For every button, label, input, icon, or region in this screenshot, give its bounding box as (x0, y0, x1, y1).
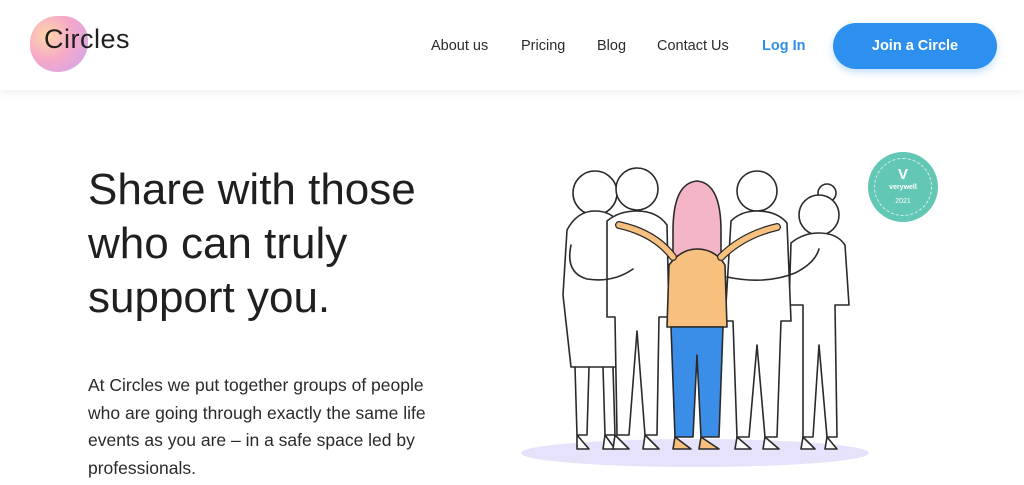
logo[interactable]: Circles (30, 14, 150, 74)
description-line: events as you are – in a safe space led … (88, 430, 415, 450)
badge-year: 2021 (895, 198, 911, 205)
site-header: Circles About us Pricing Blog Contact Us… (0, 0, 1024, 90)
headline-line: Share with those (88, 165, 416, 214)
nav-blog[interactable]: Blog (597, 38, 626, 54)
person-4-figure (724, 170, 792, 450)
nav-contact-us[interactable]: Contact Us (657, 38, 729, 54)
login-link[interactable]: Log In (762, 38, 806, 54)
person-5-figure (788, 183, 850, 450)
person-center-figure (666, 180, 728, 450)
group-hug-illustration (521, 167, 869, 467)
headline-line: who can truly (88, 219, 348, 268)
nav-pricing[interactable]: Pricing (521, 38, 565, 54)
description-line: who are going through exactly the same l… (88, 402, 426, 423)
logo-text: Circles (44, 24, 131, 54)
badge-brand: verywell (889, 184, 917, 191)
description-line: At Circles we put together groups of peo… (88, 375, 424, 395)
verywell-award-badge: V verywell 2021 (868, 152, 938, 222)
ground-shadow (521, 439, 869, 467)
headline-line: support you. (88, 273, 331, 322)
hero-description: At Circles we put together groups of peo… (88, 372, 518, 482)
nav-about-us[interactable]: About us (431, 38, 488, 54)
hero-headline: Share with those who can truly support y… (88, 163, 508, 325)
join-circle-button[interactable]: Join a Circle (833, 23, 997, 69)
description-line: professionals. (88, 457, 196, 478)
person-2-figure (606, 167, 670, 450)
badge-logo-mark: V (897, 166, 908, 183)
